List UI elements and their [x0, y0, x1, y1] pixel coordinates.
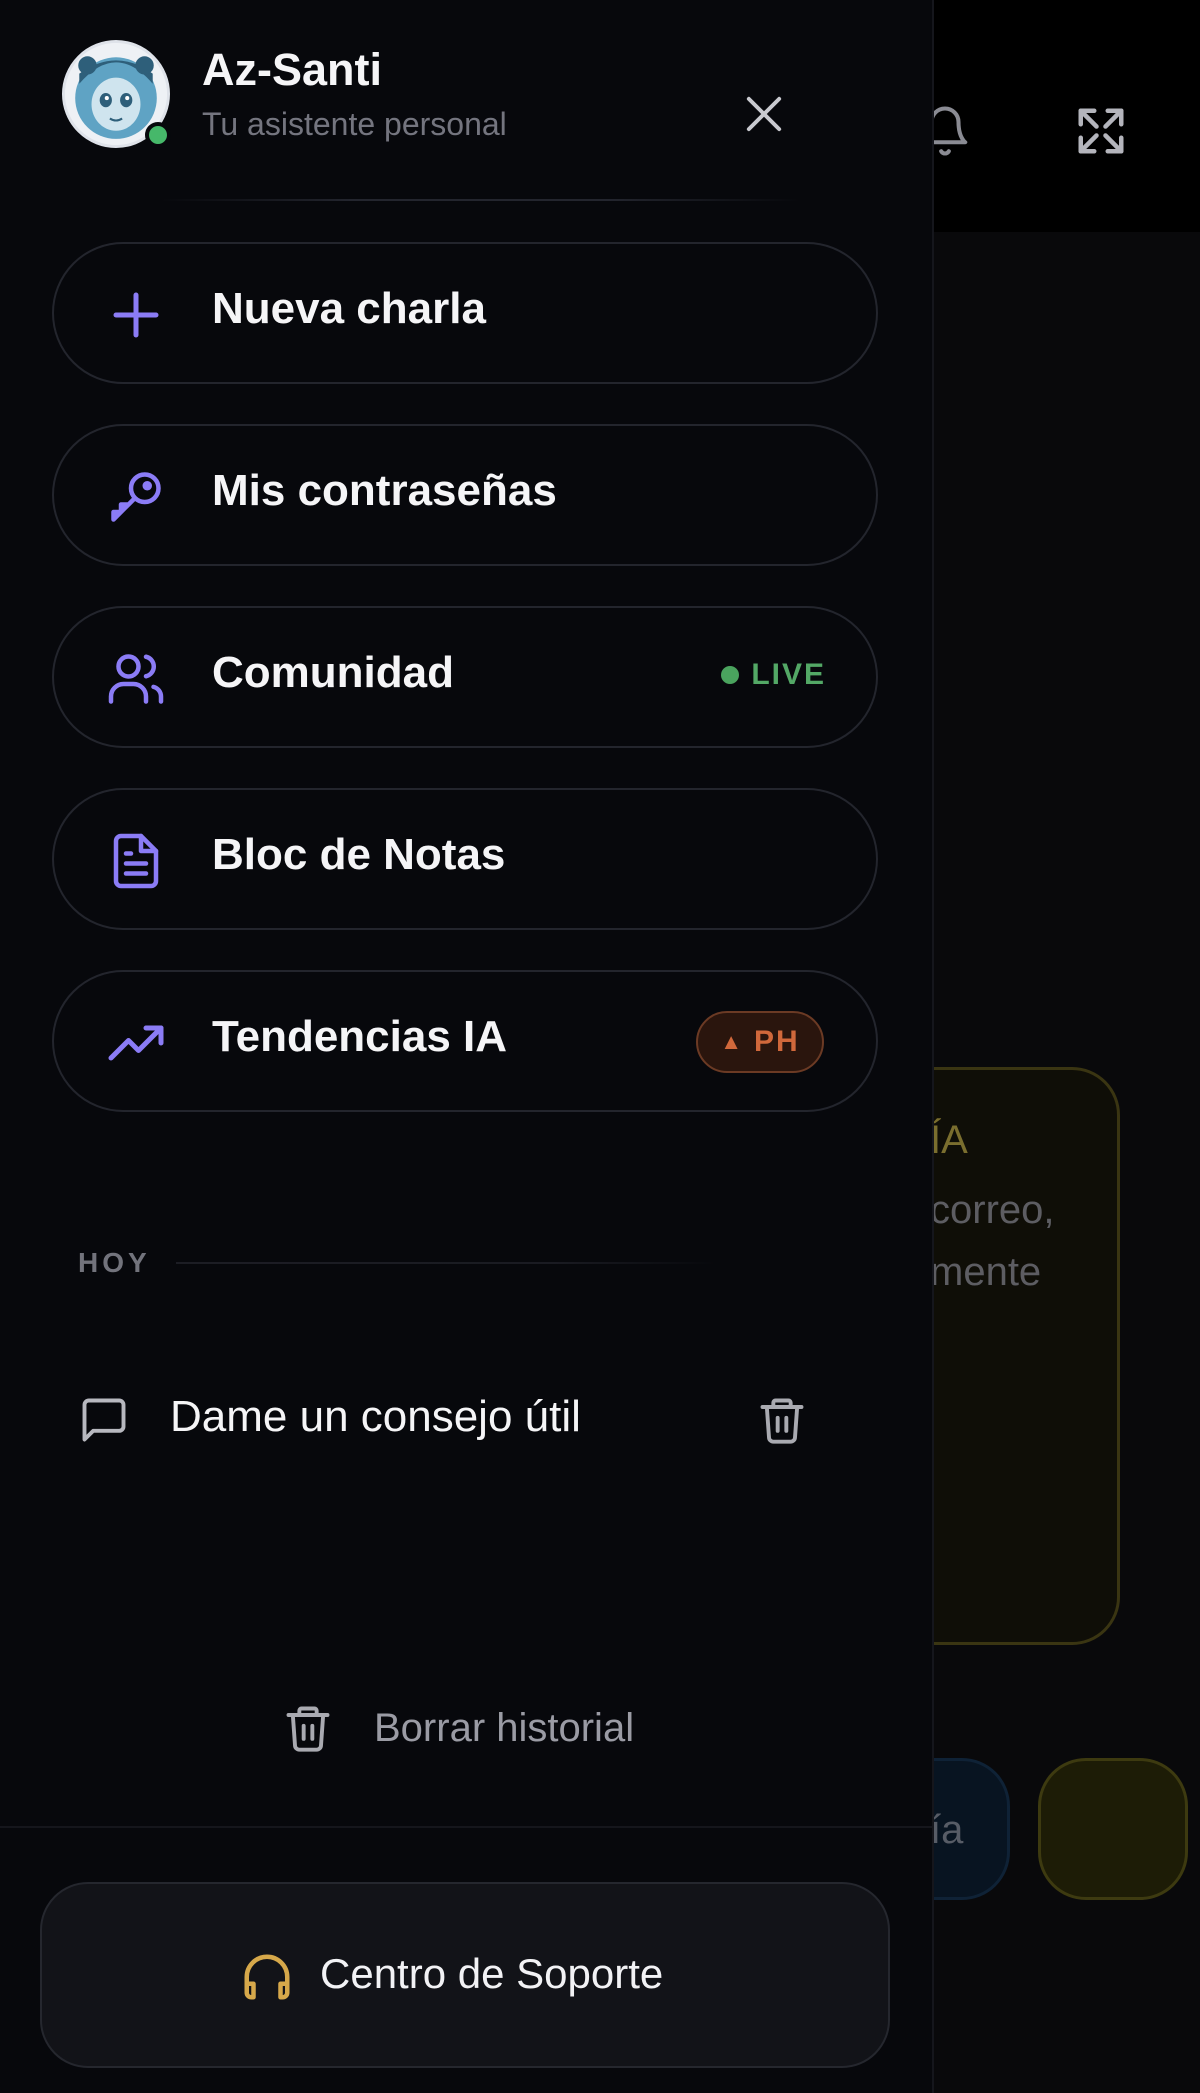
footer-divider	[0, 1826, 934, 1828]
section-divider	[176, 1262, 716, 1264]
background-card-title: ÍA	[930, 1118, 968, 1162]
background-card-text: mente	[930, 1250, 1042, 1294]
clear-history-label: Borrar historial	[374, 1706, 635, 1750]
users-icon	[106, 649, 166, 709]
product-hunt-badge: ▲ PH	[696, 1011, 824, 1073]
menu-item-ai-trends[interactable]: Tendencias IA ▲ PH	[52, 970, 878, 1112]
app-screen: ÍA correo, mente ía Az-Santi Tu asistent…	[0, 0, 1200, 2093]
chat-bubble-icon	[78, 1394, 130, 1446]
trash-icon	[282, 1702, 334, 1754]
background-card-text: correo,	[930, 1188, 1055, 1232]
online-status-dot	[145, 122, 171, 148]
menu-item-label: Mis contraseñas	[212, 466, 557, 515]
menu-item-label: Comunidad	[212, 648, 454, 697]
plus-icon	[106, 285, 166, 345]
key-icon	[106, 467, 166, 527]
menu-item-label: Tendencias IA	[212, 1012, 508, 1061]
header-divider	[160, 199, 800, 201]
live-dot	[721, 666, 740, 684]
menu-item-notes[interactable]: Bloc de Notas	[52, 788, 878, 930]
live-badge-label: LIVE	[751, 658, 826, 691]
ph-badge-label: PH	[754, 1025, 800, 1058]
fullscreen-icon[interactable]	[1074, 104, 1128, 158]
close-drawer-button[interactable]	[738, 88, 790, 140]
history-section-label: HOY	[78, 1247, 151, 1278]
support-center-label: Centro de Soporte	[320, 1950, 664, 1997]
live-badge: LIVE	[721, 658, 826, 692]
history-chat-title: Dame un consejo útil	[170, 1392, 581, 1441]
document-icon	[106, 831, 166, 891]
menu-item-new-chat[interactable]: Nueva charla	[52, 242, 878, 384]
menu-item-community[interactable]: Comunidad LIVE	[52, 606, 878, 748]
support-center-button[interactable]: Centro de Soporte	[40, 1882, 890, 2068]
delete-chat-button[interactable]	[756, 1394, 808, 1446]
menu-item-passwords[interactable]: Mis contraseñas	[52, 424, 878, 566]
headphones-icon	[240, 1950, 294, 2004]
background-header	[934, 0, 1200, 232]
trending-up-icon	[106, 1013, 166, 1073]
assistant-name: Az-Santi	[202, 44, 382, 95]
clear-history-button[interactable]: Borrar historial	[270, 1690, 670, 1768]
triangle-up-icon: ▲	[720, 1029, 743, 1054]
menu-item-label: Bloc de Notas	[212, 830, 506, 879]
background-suggestion-chip	[1038, 1758, 1188, 1900]
side-drawer: Az-Santi Tu asistente personal Nueva cha…	[0, 0, 934, 2093]
background-chip-label: ía	[930, 1808, 964, 1852]
history-chat-item[interactable]: Dame un consejo útil	[40, 1372, 880, 1468]
assistant-subtitle: Tu asistente personal	[202, 106, 507, 142]
menu-item-label: Nueva charla	[212, 284, 486, 333]
